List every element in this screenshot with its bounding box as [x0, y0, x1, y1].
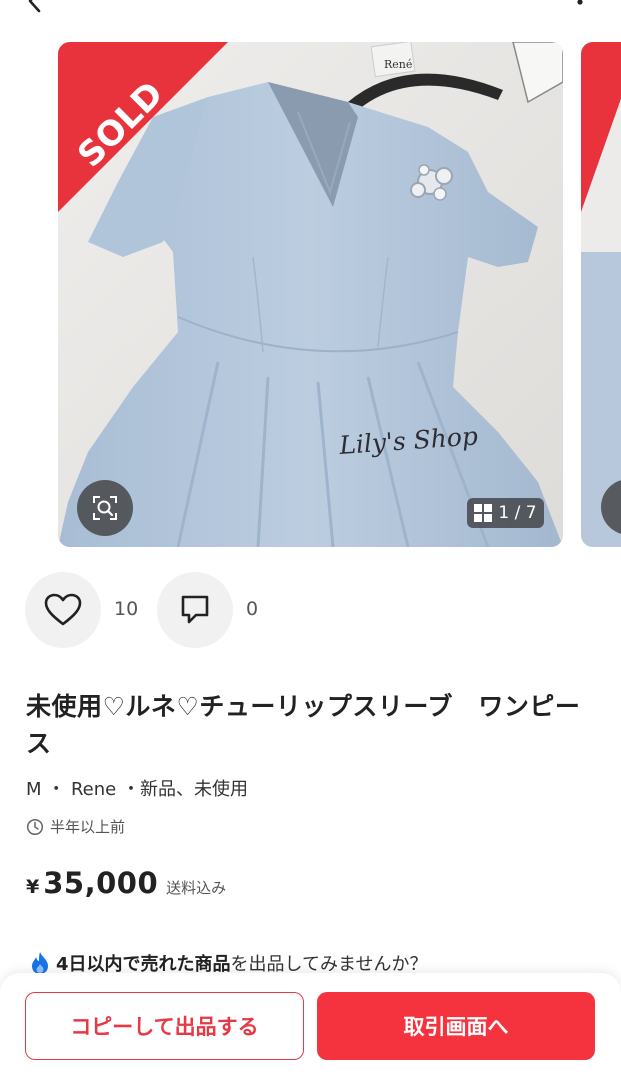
item-meta: M ・ Rene ・新品、未使用: [26, 779, 248, 800]
back-button[interactable]: [22, 0, 48, 14]
next-product-photo[interactable]: [581, 42, 621, 547]
comment-button[interactable]: [157, 572, 233, 648]
more-menu-button[interactable]: [570, 0, 590, 10]
go-to-transaction-button[interactable]: 取引画面へ: [317, 992, 595, 1060]
product-photo[interactable]: René Lily's Shop SOLD 1 / 7: [58, 42, 563, 547]
next-image-preview: [581, 42, 621, 547]
promo-text: を出品してみませんか？: [230, 954, 428, 975]
grid-icon: [474, 504, 493, 522]
chevron-left-icon: [28, 0, 41, 13]
zoom-button[interactable]: [77, 480, 133, 536]
shipping-label: 送料込み: [166, 879, 227, 897]
reactions-row: 10 0: [25, 572, 325, 648]
copy-and-list-button[interactable]: コピーして出品する: [25, 992, 304, 1060]
price: 35,000: [43, 866, 159, 900]
posted-time-text: 半年以上前: [50, 818, 126, 836]
image-counter-text: 1 / 7: [498, 503, 537, 523]
comment-icon: [181, 595, 209, 624]
dress-image: René Lily's Shop SOLD: [58, 42, 563, 547]
image-counter[interactable]: 1 / 7: [467, 498, 544, 528]
like-button[interactable]: [25, 572, 101, 648]
like-count: 10: [114, 598, 139, 620]
item-title: 未使用♡ルネ♡チューリップスリーブ ワンピース: [26, 692, 581, 758]
image-carousel[interactable]: René Lily's Shop SOLD 1 / 7: [0, 40, 621, 548]
bottom-action-bar: コピーして出品する 取引画面へ: [0, 973, 621, 1080]
zoom-search-icon: [93, 496, 117, 520]
promo-bold-text: 4日以内で売れた商品: [56, 954, 231, 975]
clock-icon: [26, 818, 44, 835]
hanger-tag-text: René: [384, 58, 412, 71]
top-bar: [0, 0, 621, 22]
comment-count: 0: [246, 598, 259, 620]
posted-time: 半年以上前: [26, 816, 125, 837]
heart-icon: [44, 593, 82, 626]
currency-symbol: ¥: [26, 876, 40, 898]
price-row: ¥ 35,000 送料込み: [26, 866, 226, 900]
flame-icon: [32, 952, 48, 974]
more-vertical-icon: [577, 0, 583, 5]
